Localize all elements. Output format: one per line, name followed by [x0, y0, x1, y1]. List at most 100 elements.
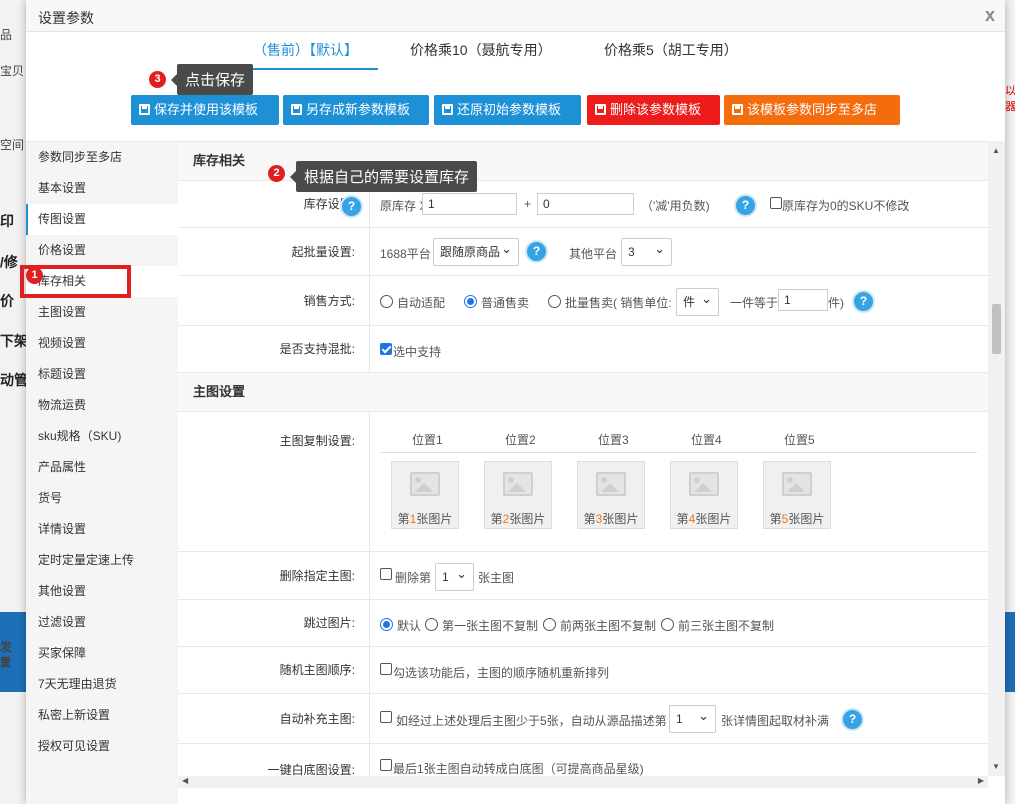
sidebar-item-video[interactable]: 视频设置: [26, 328, 178, 359]
sidebar-item-other[interactable]: 其他设置: [26, 576, 178, 607]
sync-to-stores-button[interactable]: 该模板参数同步至多店: [724, 95, 900, 125]
close-icon[interactable]: x: [985, 5, 995, 26]
scroll-right-icon[interactable]: ▶: [978, 776, 984, 785]
sidebar-item-main-image[interactable]: 主图设置: [26, 297, 178, 328]
delete-main-image-label: 删除指定主图:: [178, 552, 370, 599]
delete-main-image-row: 删除指定主图: 删除第 1 张主图: [178, 552, 988, 600]
image-placeholder-icon: [596, 472, 626, 496]
platform-1688-select[interactable]: 跟随原商品: [433, 236, 519, 266]
background-page-right: 以 器: [1005, 0, 1015, 804]
unit-equals-input[interactable]: 1: [778, 289, 828, 311]
skip-image-row: 跳过图片: 默认 第一张主图不复制 前两张主图不复制 前三张主图不复制: [178, 600, 988, 647]
delete-index-select[interactable]: 1: [435, 561, 474, 591]
image-placeholder-icon: [503, 472, 533, 496]
equals-text: 一件等于: [730, 296, 779, 310]
help-icon[interactable]: ?: [525, 240, 548, 263]
bg-fragment: 价: [0, 293, 14, 309]
image-slot-caption: 第1张图片: [392, 510, 458, 527]
skip-option: 默认: [397, 619, 422, 633]
help-icon[interactable]: ?: [852, 290, 875, 313]
autofill-row: 自动补充主图: 如经过上述处理后主图少于5张，自动从源品描述第 1 张详情图起取…: [178, 694, 988, 744]
vertical-scrollbar[interactable]: ▲ ▼: [988, 141, 1005, 776]
save-and-use-button[interactable]: 保存并使用该模板: [131, 95, 279, 125]
sale-unit-select[interactable]: 件: [676, 286, 719, 316]
image-slot-caption: 第4张图片: [671, 510, 737, 527]
other-platform-select[interactable]: 3: [621, 236, 672, 266]
step-3-tooltip: 点击保存: [170, 64, 254, 95]
skip-first-three-radio[interactable]: [661, 618, 674, 631]
skip-zero-checkbox[interactable]: [770, 197, 782, 209]
sidebar-item-buyer-protection[interactable]: 买家保障: [26, 638, 178, 669]
skip-first-radio[interactable]: [425, 618, 438, 631]
tab-price-x5[interactable]: 价格乘5（胡工专用）: [604, 40, 738, 60]
sidebar-item-upload[interactable]: 传图设置: [26, 204, 178, 235]
autofill-index-select[interactable]: 1: [669, 703, 716, 733]
delete-main-image-checkbox[interactable]: [380, 568, 392, 580]
horizontal-scrollbar[interactable]: ◀ ▶: [178, 776, 988, 788]
white-bg-text: 最后1张主图自动转成白底图（可提高商品星级): [393, 762, 644, 776]
save-icon: [732, 104, 743, 115]
sale-mode-label: 销售方式:: [178, 276, 370, 325]
sidebar-item-basic[interactable]: 基本设置: [26, 173, 178, 204]
autofill-post-text: 张详情图起取材补满: [721, 714, 830, 728]
sale-mode-row: 销售方式: 自动适配 普通售卖 批量售卖( 销售单位: 件 一件等于 1 件) …: [178, 276, 988, 326]
sidebar-item-shipping[interactable]: 物流运费: [26, 390, 178, 421]
image-slot-4[interactable]: 第4张图片: [670, 461, 738, 529]
sidebar-item-detail[interactable]: 详情设置: [26, 514, 178, 545]
sidebar-item-attributes[interactable]: 产品属性: [26, 452, 178, 483]
sidebar-item-private-listing[interactable]: 私密上新设置: [26, 700, 178, 731]
main-image-copy-value: 位置1 位置2 位置3 位置4 位置5 第1张图片 第2张图片 第3张图片 第4…: [370, 412, 988, 551]
image-slot-2[interactable]: 第2张图片: [484, 461, 552, 529]
sidebar-item-sku[interactable]: sku规格（SKU): [26, 421, 178, 452]
bg-fragment: 置: [0, 657, 11, 669]
bg-fragment: 空间: [0, 138, 25, 152]
sale-mode-option: 普通售卖: [481, 296, 530, 310]
sale-mode-batch-radio[interactable]: [548, 295, 561, 308]
autofill-checkbox[interactable]: [380, 711, 392, 723]
tab-price-x10[interactable]: 价格乘10（聂航专用）: [410, 40, 552, 60]
help-icon[interactable]: ?: [734, 194, 757, 217]
sidebar-item-title[interactable]: 标题设置: [26, 359, 178, 390]
step-1-badge: 1: [26, 267, 43, 284]
restore-default-button[interactable]: 还原初始参数模板: [434, 95, 581, 125]
delete-template-button[interactable]: 删除该参数模板: [587, 95, 720, 125]
sidebar-item-7day-return[interactable]: 7天无理由退货: [26, 669, 178, 700]
skip-option: 第一张主图不复制: [442, 619, 539, 633]
tab-default[interactable]: （售前）【默认】: [253, 40, 358, 60]
stock-multiplier-input[interactable]: 1: [422, 193, 517, 215]
scroll-down-icon[interactable]: ▼: [992, 762, 1000, 771]
image-placeholder-icon: [782, 472, 812, 496]
white-bg-row: 一键白底图设置: 最后1张主图自动转成白底图（可提高商品星级): [178, 744, 988, 776]
bg-fragment: 以: [1005, 85, 1015, 97]
sale-mode-auto-radio[interactable]: [380, 295, 393, 308]
bg-fragment: 品: [0, 28, 13, 42]
button-label: 还原初始参数模板: [457, 102, 562, 117]
template-tabs: （售前）【默认】 价格乘10（聂航专用） 价格乘5（胡工专用）: [26, 32, 1005, 70]
help-icon[interactable]: ?: [340, 195, 363, 218]
image-slot-caption: 第2张图片: [485, 510, 551, 527]
sidebar-item-sync[interactable]: 参数同步至多店: [26, 142, 178, 173]
skip-first-two-radio[interactable]: [543, 618, 556, 631]
sale-mode-normal-radio[interactable]: [464, 295, 477, 308]
white-bg-checkbox[interactable]: [380, 759, 392, 771]
sidebar-item-price[interactable]: 价格设置: [26, 235, 178, 266]
help-icon[interactable]: ?: [841, 708, 864, 731]
stock-offset-input[interactable]: 0: [537, 193, 634, 215]
image-slot-1[interactable]: 第1张图片: [391, 461, 459, 529]
sidebar-item-filter[interactable]: 过滤设置: [26, 607, 178, 638]
save-as-new-button[interactable]: 另存成新参数模板: [283, 95, 429, 125]
position-label: 位置5: [784, 433, 815, 447]
mixed-batch-label: 是否支持混批:: [178, 326, 370, 372]
sidebar-item-authorized-visibility[interactable]: 授权可见设置: [26, 731, 178, 762]
skip-default-radio[interactable]: [380, 618, 393, 631]
scroll-up-icon[interactable]: ▲: [992, 146, 1000, 155]
scroll-left-icon[interactable]: ◀: [182, 776, 188, 785]
mixed-batch-checkbox[interactable]: [380, 343, 392, 355]
image-slot-3[interactable]: 第3张图片: [577, 461, 645, 529]
random-order-checkbox[interactable]: [380, 663, 392, 675]
scrollbar-thumb[interactable]: [992, 304, 1001, 354]
image-slot-caption: 第5张图片: [764, 510, 830, 527]
sidebar-item-schedule[interactable]: 定时定量定速上传: [26, 545, 178, 576]
sidebar-item-item-number[interactable]: 货号: [26, 483, 178, 514]
image-slot-5[interactable]: 第5张图片: [763, 461, 831, 529]
